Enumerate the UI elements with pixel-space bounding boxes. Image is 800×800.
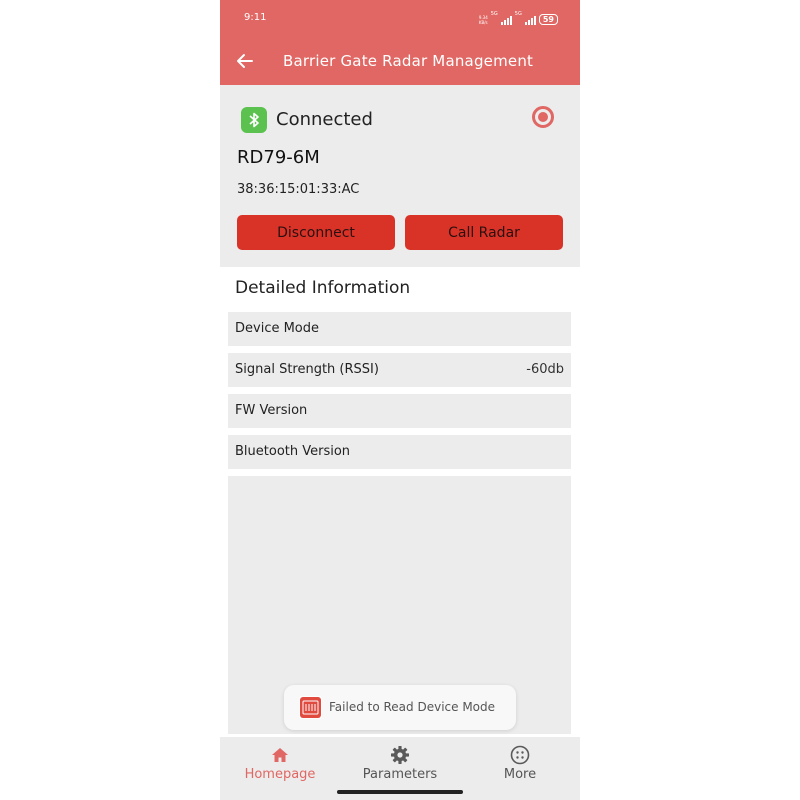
sim1-network-tag: 5G xyxy=(490,11,498,17)
record-icon[interactable] xyxy=(532,106,554,128)
status-time: 9:11 xyxy=(244,12,267,23)
info-label: FW Version xyxy=(235,403,308,418)
device-name: RD79-6M xyxy=(237,147,320,168)
info-label: Device Mode xyxy=(235,321,320,336)
info-value: -60db xyxy=(526,362,564,377)
page-title: Barrier Gate Radar Management xyxy=(283,52,534,70)
device-card: Connected RD79-6M 38:36:15:01:33:AC Disc… xyxy=(220,85,580,267)
section-title: Detailed Information xyxy=(235,278,411,298)
home-indicator[interactable] xyxy=(337,790,463,794)
toast-message: Failed to Read Device Mode xyxy=(284,685,516,730)
nav-label: More xyxy=(503,767,537,782)
more-icon xyxy=(510,745,530,765)
detail-section: Detailed Information Device Mode Signal … xyxy=(220,267,580,737)
signal-icon xyxy=(500,16,512,25)
bluetooth-icon xyxy=(241,107,267,133)
info-row-bluetooth-version: Bluetooth Version xyxy=(228,435,571,469)
nav-more[interactable]: More xyxy=(460,745,580,790)
status-icons: 9.34 KB/s 5G 5G 59 xyxy=(479,11,558,25)
network-speed: 9.34 KB/s xyxy=(478,15,488,25)
battery-icon: 59 xyxy=(538,14,558,25)
gear-icon xyxy=(391,746,409,764)
nav-label: Homepage xyxy=(244,767,316,782)
connection-status: Connected xyxy=(276,109,373,130)
phone-screen: 9:11 9.34 KB/s 5G 5G 59 Barrier Gate Rad… xyxy=(220,0,580,800)
app-header: Barrier Gate Radar Management xyxy=(220,38,580,85)
call-radar-button[interactable]: Call Radar xyxy=(405,215,563,250)
info-row-fw-version: FW Version xyxy=(228,394,571,428)
info-label: Bluetooth Version xyxy=(235,444,351,459)
info-row-signal-strength: Signal Strength (RSSI) -60db xyxy=(228,353,571,387)
nav-homepage[interactable]: Homepage xyxy=(220,745,340,790)
info-row-device-mode: Device Mode xyxy=(228,312,571,346)
sim2-network-tag: 5G xyxy=(514,11,522,17)
app-icon xyxy=(299,696,322,719)
info-label: Signal Strength (RSSI) xyxy=(235,362,379,377)
signal-icon xyxy=(524,16,536,25)
home-icon xyxy=(272,748,288,762)
nav-label: Parameters xyxy=(362,767,438,782)
nav-parameters[interactable]: Parameters xyxy=(340,745,460,790)
back-arrow-icon[interactable] xyxy=(234,50,256,72)
device-mac-address: 38:36:15:01:33:AC xyxy=(237,182,360,197)
toast-text: Failed to Read Device Mode xyxy=(329,700,496,714)
status-bar: 9:11 9.34 KB/s 5G 5G 59 xyxy=(220,0,580,38)
disconnect-button[interactable]: Disconnect xyxy=(237,215,395,250)
